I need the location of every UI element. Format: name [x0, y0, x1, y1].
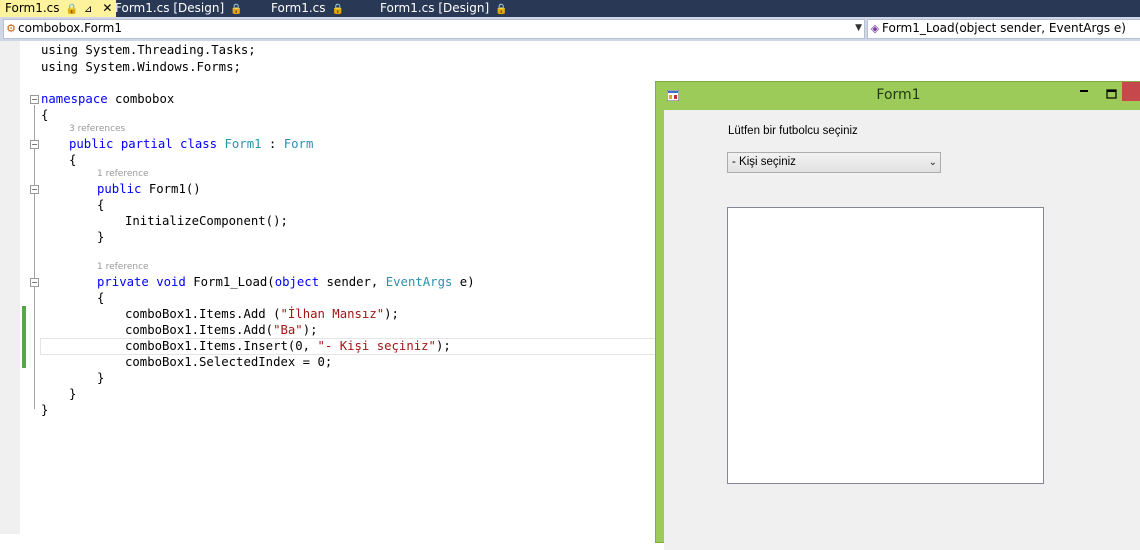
listbox[interactable] [727, 207, 1044, 484]
punctuation: ); [302, 323, 318, 337]
identifier: comboBox1.Items.Add ( [125, 307, 281, 321]
form-title: Form1 [876, 87, 921, 103]
keyword: object [274, 275, 320, 289]
code-line: using System.Windows.Forms; [41, 60, 241, 74]
type-name: EventArgs [385, 275, 453, 289]
lock-icon: 🔒 [331, 4, 344, 15]
code-line: { [97, 291, 105, 305]
punctuation: : [261, 137, 284, 151]
string-literal: "İlhan Mansız" [280, 307, 385, 321]
code-line: namespace combobox [41, 91, 174, 107]
codelens-references[interactable]: 1 reference [97, 262, 149, 272]
code-line: { [97, 198, 105, 212]
identifier: comboBox1.Items.Add( [125, 323, 274, 337]
code-line: public partial class Form1 : Form [69, 136, 313, 152]
outline-line [34, 105, 35, 409]
editor-margin [0, 41, 20, 534]
combobox-selected-value: - Kişi seçiniz [732, 156, 796, 168]
identifier: sender, [319, 275, 386, 289]
tab-form1-cs-2[interactable]: Form1.cs 🔒 [271, 0, 344, 17]
collapse-icon[interactable]: − [30, 140, 39, 149]
collapse-icon[interactable]: − [30, 95, 39, 104]
keyword: private void [97, 275, 186, 289]
close-button[interactable] [1122, 82, 1140, 101]
code-line: comboBox1.Items.Add("Ba"); [125, 322, 318, 338]
code-line: comboBox1.Items.Insert(0, "- Kişi seçini… [125, 338, 451, 354]
code-line: public Form1() [97, 181, 201, 197]
collapse-icon[interactable]: − [30, 278, 39, 287]
identifier: Form1() [141, 182, 201, 196]
maximize-icon [1105, 89, 1117, 99]
maximize-button[interactable] [1101, 84, 1121, 100]
codelens-references[interactable]: 1 reference [97, 169, 149, 179]
punctuation: ); [384, 307, 399, 321]
code-line: using System.Threading.Tasks; [41, 43, 256, 57]
tab-form1-cs[interactable]: Form1.cs 🔒 ⊿ ✕ [0, 0, 117, 18]
punctuation: ); [435, 339, 451, 353]
prompt-label: Lütfen bir futbolcu seçiniz [728, 125, 858, 137]
tab-form1-design-2[interactable]: Form1.cs [Design] 🔒 [380, 0, 508, 17]
code-line: { [69, 153, 77, 167]
string-literal: "Ba" [273, 323, 303, 337]
member-selector-combo[interactable]: ◈ Form1_Load(object sender, EventArgs e) [867, 19, 1140, 39]
type-name: Form [283, 137, 314, 151]
keyword: public partial class [69, 137, 225, 151]
code-line: } [97, 371, 105, 385]
keyword: public [97, 182, 142, 196]
player-combobox[interactable]: - Kişi seçiniz ⌄ [727, 152, 941, 173]
tab-form1-design[interactable]: Form1.cs [Design] 🔒 [115, 0, 243, 17]
type-name: Form1 [224, 137, 262, 151]
identifier: comboBox1.Items.Insert(0, [125, 339, 318, 353]
chevron-down-icon: ▼ [855, 23, 862, 33]
minimize-icon [1080, 90, 1088, 92]
chevron-down-icon[interactable]: ⌄ [929, 153, 937, 172]
code-line: } [69, 387, 77, 401]
code-line: } [41, 403, 49, 417]
form-titlebar[interactable]: Form1 [656, 82, 1140, 109]
class-icon: ⚙ [6, 22, 16, 35]
collapse-icon[interactable]: − [30, 185, 39, 194]
identifier: Form1_Load( [185, 275, 275, 289]
code-line: comboBox1.SelectedIndex = 0; [125, 355, 333, 369]
codelens-references[interactable]: 3 references [69, 124, 125, 134]
change-indicator-bar [22, 306, 26, 368]
lock-icon: 🔒 [65, 4, 78, 15]
minimize-button[interactable] [1074, 84, 1094, 100]
method-icon: ◈ [870, 22, 880, 35]
code-line: comboBox1.Items.Add ("İlhan Mansız"); [125, 306, 399, 322]
code-line: } [97, 230, 105, 244]
close-tab-icon[interactable]: ✕ [102, 1, 112, 15]
document-tab-bar: Form1.cs 🔒 ⊿ ✕ Form1.cs [Design] 🔒 Form1.cs 🔒… [0, 0, 1140, 17]
code-line: InitializeComponent(); [125, 214, 288, 228]
navigation-bar: ⚙ combobox.Form1 ▼ ◈ Form1_Load(object sen… [0, 17, 1140, 41]
form-client-area: Lütfen bir futbolcu seçiniz - Kişi seçin… [664, 110, 1140, 550]
class-selector-combo[interactable]: ⚙ combobox.Form1 ▼ [3, 19, 865, 39]
identifier: combobox [107, 92, 175, 106]
string-literal: "- Kişi seçiniz" [317, 339, 436, 353]
pin-icon[interactable]: ⊿ [84, 2, 92, 18]
code-line: private void Form1_Load(object sender, E… [97, 274, 475, 290]
lock-icon: 🔒 [495, 4, 508, 15]
keyword: namespace [41, 92, 108, 106]
code-line: { [41, 108, 49, 122]
lock-icon: 🔒 [230, 4, 243, 15]
form1-window[interactable]: Form1 Lütfen bir futbolcu seçiniz - Kişi… [655, 81, 1140, 550]
identifier: e) [452, 275, 475, 289]
